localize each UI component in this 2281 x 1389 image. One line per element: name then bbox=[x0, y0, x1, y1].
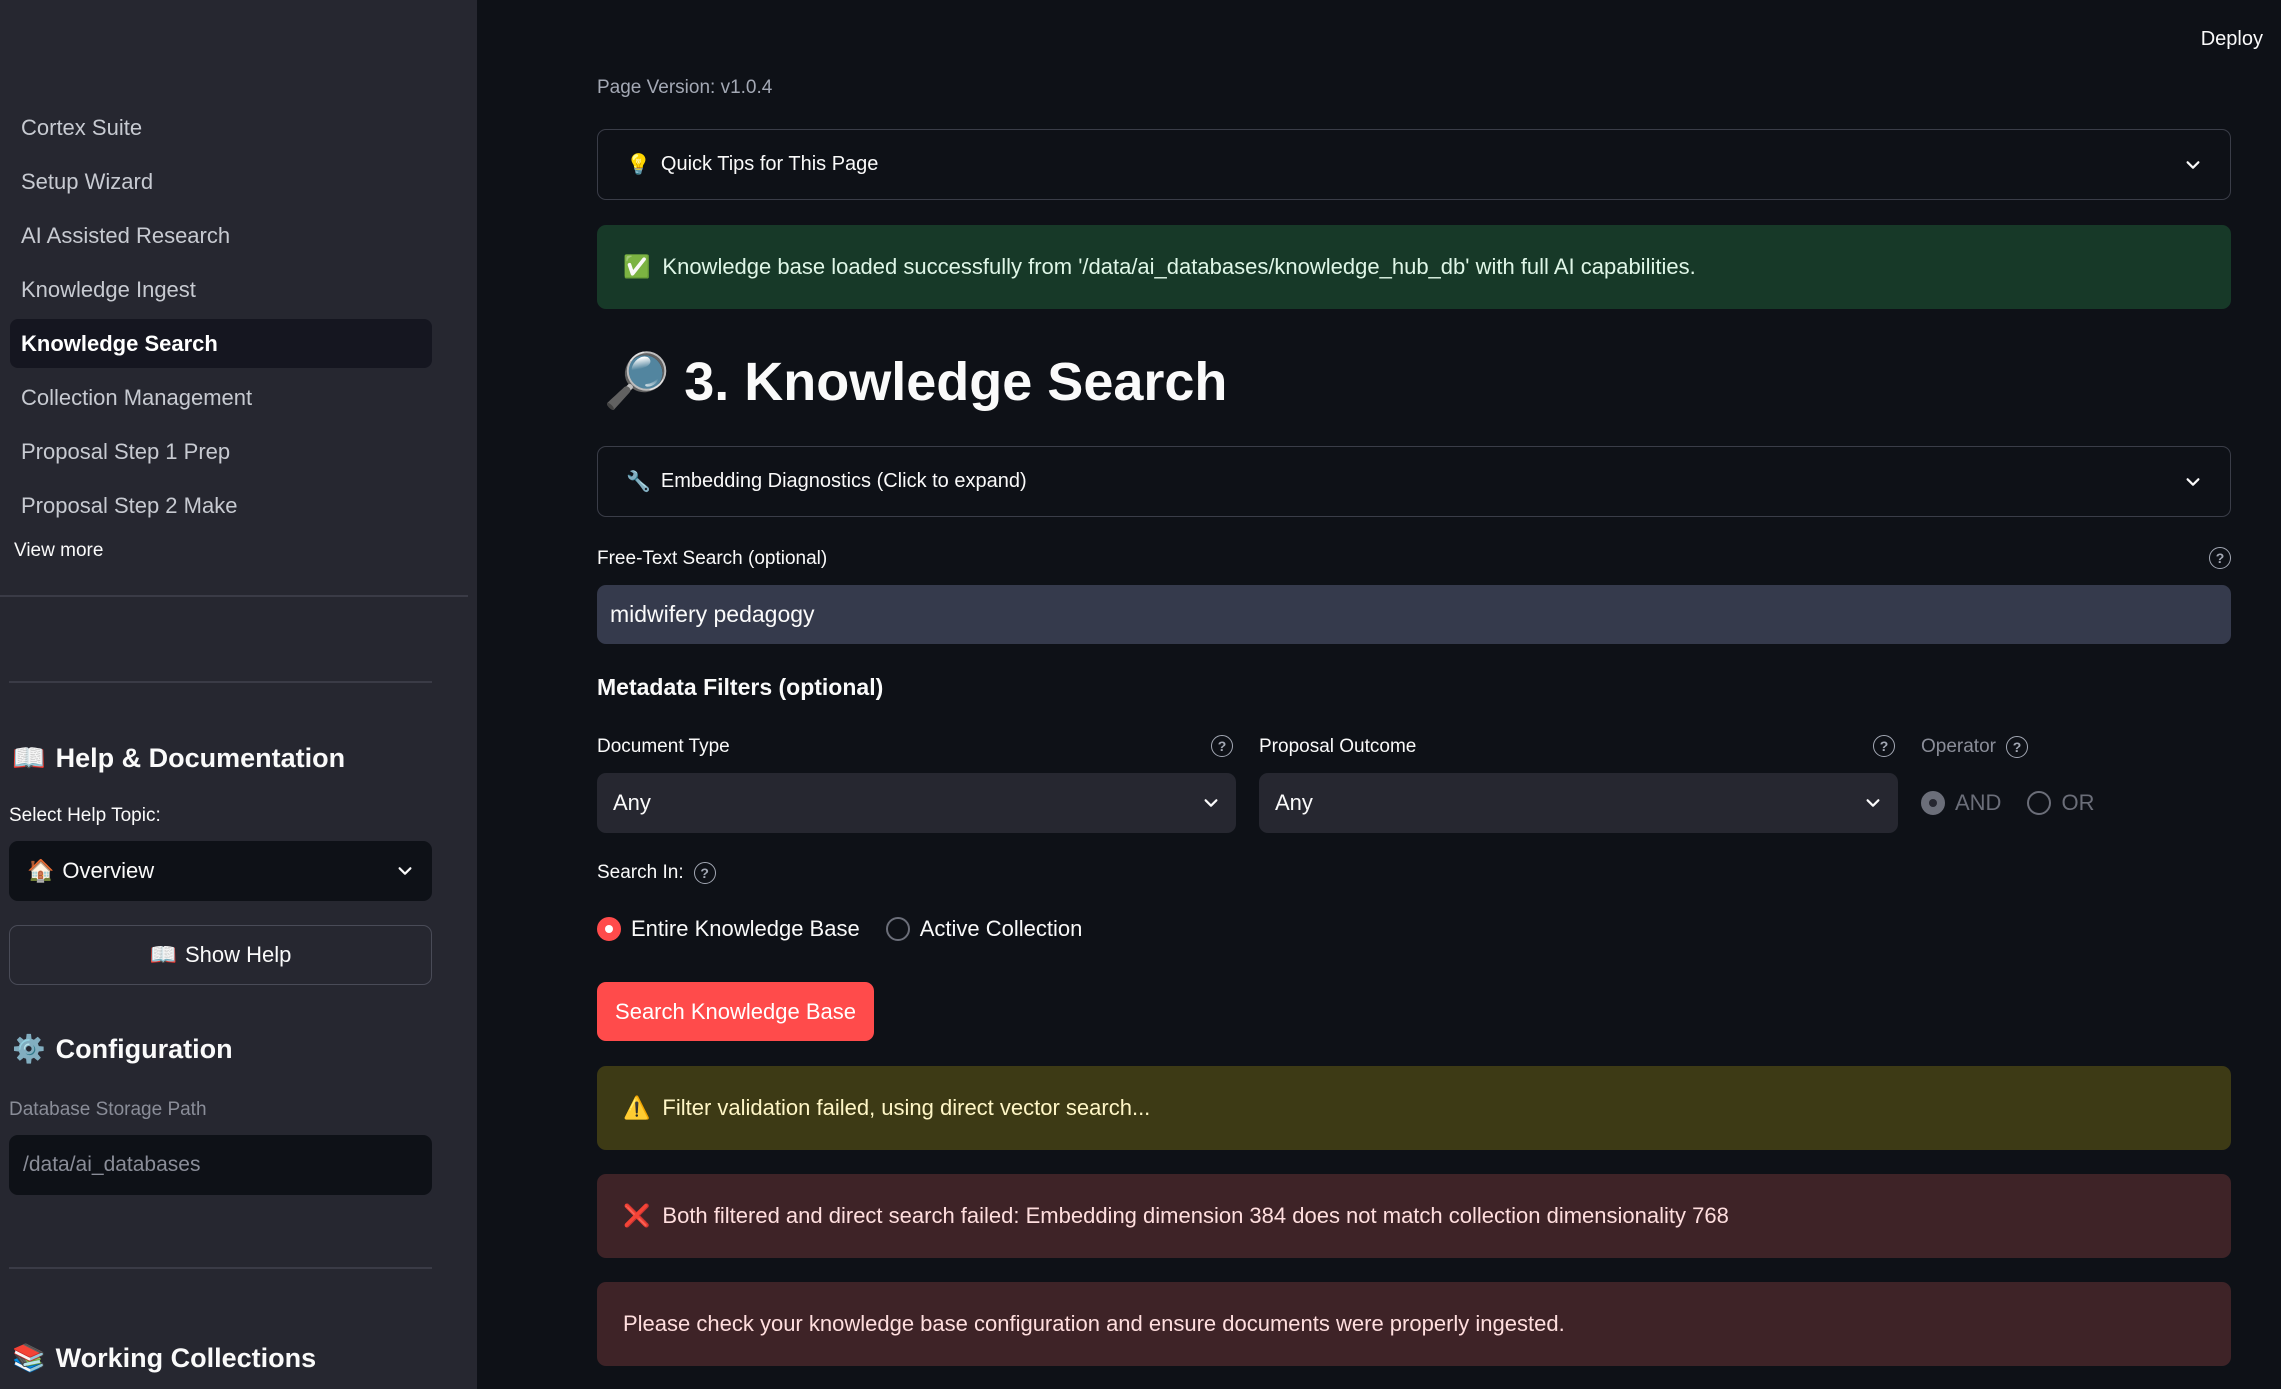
error-hint-alert: Please check your knowledge base configu… bbox=[597, 1282, 2231, 1366]
free-text-search-label: Free-Text Search (optional) bbox=[597, 548, 828, 569]
view-more-link[interactable]: View more bbox=[14, 540, 103, 562]
operator-and-label: AND bbox=[1955, 790, 2002, 815]
sidebar-item-setup-wizard[interactable]: Setup Wizard bbox=[10, 157, 432, 206]
proposal-outcome-select[interactable]: Any bbox=[1259, 773, 1898, 833]
sidebar-item-cortex-suite[interactable]: Cortex Suite bbox=[10, 103, 432, 152]
sidebar-nav: Cortex Suite Setup Wizard AI Assisted Re… bbox=[10, 103, 432, 535]
show-help-label: Show Help bbox=[185, 942, 292, 967]
document-type-value: Any bbox=[613, 790, 651, 815]
check-icon: ✅ bbox=[623, 254, 651, 279]
help-heading-text: Help & Documentation bbox=[55, 742, 346, 773]
working-collections-heading-text: Working Collections bbox=[55, 1342, 317, 1373]
help-topic-value: 🏠 Overview bbox=[27, 858, 396, 884]
warning-icon: ⚠️ bbox=[623, 1095, 651, 1120]
chevron-down-icon bbox=[398, 867, 412, 875]
error-hint-text: Please check your knowledge base configu… bbox=[623, 1311, 1565, 1336]
deploy-button[interactable]: Deploy bbox=[2201, 28, 2263, 51]
books-icon: 📚 bbox=[12, 1343, 46, 1373]
sidebar-divider bbox=[9, 1267, 432, 1269]
show-help-button[interactable]: 📖 Show Help bbox=[9, 925, 432, 985]
sidebar-divider bbox=[0, 595, 468, 597]
sidebar-item-proposal-step-1-prep[interactable]: Proposal Step 1 Prep bbox=[10, 427, 432, 476]
embedding-diagnostics-label: 🔧 Embedding Diagnostics (Click to expand… bbox=[626, 469, 2184, 494]
chevron-down-icon bbox=[2186, 477, 2200, 486]
lightbulb-icon: 💡 bbox=[626, 154, 651, 176]
house-icon: 🏠 bbox=[27, 858, 55, 883]
search-in-entire-kb-radio[interactable]: Entire Knowledge Base bbox=[597, 916, 860, 942]
search-in-label-group: Search In: ? bbox=[597, 862, 716, 884]
free-text-search-input[interactable]: midwifery pedagogy bbox=[597, 585, 2231, 644]
help-circle-icon[interactable]: ? bbox=[2005, 736, 2028, 758]
sidebar-item-ai-assisted-research[interactable]: AI Assisted Research bbox=[10, 211, 432, 260]
wrench-icon: 🔧 bbox=[626, 471, 651, 493]
proposal-outcome-help[interactable]: ? bbox=[1873, 735, 1895, 757]
warning-alert: ⚠️ Filter validation failed, using direc… bbox=[597, 1066, 2231, 1150]
cross-icon: ❌ bbox=[623, 1203, 651, 1228]
working-collections-heading: 📚 Working Collections bbox=[12, 1342, 316, 1374]
operator-radio-group: AND OR bbox=[1921, 790, 2094, 816]
error-alert: ❌ Both filtered and direct search failed… bbox=[597, 1174, 2231, 1258]
sidebar-item-collection-management[interactable]: Collection Management bbox=[10, 373, 432, 422]
radio-dot bbox=[597, 917, 621, 941]
help-circle-icon[interactable]: ? bbox=[693, 862, 716, 884]
chevron-down-icon bbox=[1204, 799, 1218, 807]
radio-dot bbox=[2027, 791, 2052, 815]
operator-and-radio[interactable]: AND bbox=[1921, 790, 2001, 816]
search-in-active-collection-radio[interactable]: Active Collection bbox=[885, 916, 1083, 942]
search-knowledge-base-button[interactable]: Search Knowledge Base bbox=[597, 982, 874, 1041]
operator-label: Operator bbox=[1921, 736, 1996, 757]
page-title-text: 3. Knowledge Search bbox=[684, 351, 1228, 412]
storage-path-input[interactable]: /data/ai_databases bbox=[9, 1135, 432, 1195]
operator-or-radio[interactable]: OR bbox=[2027, 790, 2094, 816]
quick-tips-label: 💡 Quick Tips for This Page bbox=[626, 152, 2184, 177]
help-topic-label: Select Help Topic: bbox=[9, 805, 161, 826]
sidebar-item-knowledge-search[interactable]: Knowledge Search bbox=[10, 319, 432, 368]
free-text-search-help[interactable]: ? bbox=[2209, 547, 2231, 569]
success-text: Knowledge base loaded successfully from … bbox=[662, 254, 1696, 279]
proposal-outcome-value: Any bbox=[1275, 790, 1313, 815]
configuration-heading: ⚙️ Configuration bbox=[12, 1033, 233, 1065]
sidebar-divider bbox=[9, 681, 432, 683]
search-in-active-collection-label: Active Collection bbox=[919, 916, 1083, 941]
help-topic-value-text: Overview bbox=[62, 858, 155, 883]
gear-icon: ⚙️ bbox=[12, 1034, 46, 1064]
sidebar-item-knowledge-ingest[interactable]: Knowledge Ingest bbox=[10, 265, 432, 314]
search-in-label: Search In: bbox=[597, 862, 684, 883]
search-in-entire-kb-label: Entire Knowledge Base bbox=[631, 916, 860, 941]
radio-dot bbox=[885, 917, 910, 941]
page-version: Page Version: v1.0.4 bbox=[597, 77, 773, 98]
configuration-heading-text: Configuration bbox=[55, 1033, 233, 1064]
embedding-diagnostics-text: Embedding Diagnostics (Click to expand) bbox=[660, 470, 1027, 492]
app: Cortex Suite Setup Wizard AI Assisted Re… bbox=[0, 0, 2281, 1389]
book-icon: 📖 bbox=[149, 942, 177, 967]
operator-or-label: OR bbox=[2061, 790, 2095, 815]
chevron-down-icon bbox=[1866, 799, 1880, 807]
metadata-filters-heading: Metadata Filters (optional) bbox=[597, 674, 884, 700]
operator-label-group: Operator ? bbox=[1921, 736, 2028, 758]
proposal-outcome-label: Proposal Outcome bbox=[1259, 736, 1417, 757]
quick-tips-text: Quick Tips for This Page bbox=[660, 153, 879, 175]
help-topic-select[interactable]: 🏠 Overview bbox=[9, 841, 432, 901]
document-type-help[interactable]: ? bbox=[1211, 735, 1233, 757]
embedding-diagnostics-expander[interactable]: 🔧 Embedding Diagnostics (Click to expand… bbox=[597, 446, 2231, 517]
error-text: Both filtered and direct search failed: … bbox=[662, 1203, 1729, 1228]
help-circle-icon: ? bbox=[2209, 547, 2231, 569]
document-type-select[interactable]: Any bbox=[597, 773, 1236, 833]
radio-dot bbox=[1921, 791, 1945, 815]
help-circle-icon: ? bbox=[1211, 735, 1233, 757]
chevron-down-icon bbox=[2186, 160, 2200, 169]
sidebar-item-proposal-step-2-make[interactable]: Proposal Step 2 Make bbox=[10, 481, 432, 530]
sidebar: Cortex Suite Setup Wizard AI Assisted Re… bbox=[0, 0, 477, 1389]
search-in-radio-group: Entire Knowledge Base Active Collection bbox=[597, 916, 1082, 942]
book-icon: 📖 bbox=[12, 743, 46, 773]
help-circle-icon: ? bbox=[1873, 735, 1895, 757]
page-title: 🔎 3. Knowledge Search bbox=[603, 350, 1227, 413]
document-type-label: Document Type bbox=[597, 736, 730, 757]
magnifier-icon: 🔎 bbox=[603, 351, 671, 411]
success-alert: ✅ Knowledge base loaded successfully fro… bbox=[597, 225, 2231, 309]
quick-tips-expander[interactable]: 💡 Quick Tips for This Page bbox=[597, 129, 2231, 200]
help-heading: 📖 Help & Documentation bbox=[12, 742, 345, 774]
storage-path-label: Database Storage Path bbox=[9, 1099, 207, 1120]
warning-text: Filter validation failed, using direct v… bbox=[662, 1095, 1151, 1120]
